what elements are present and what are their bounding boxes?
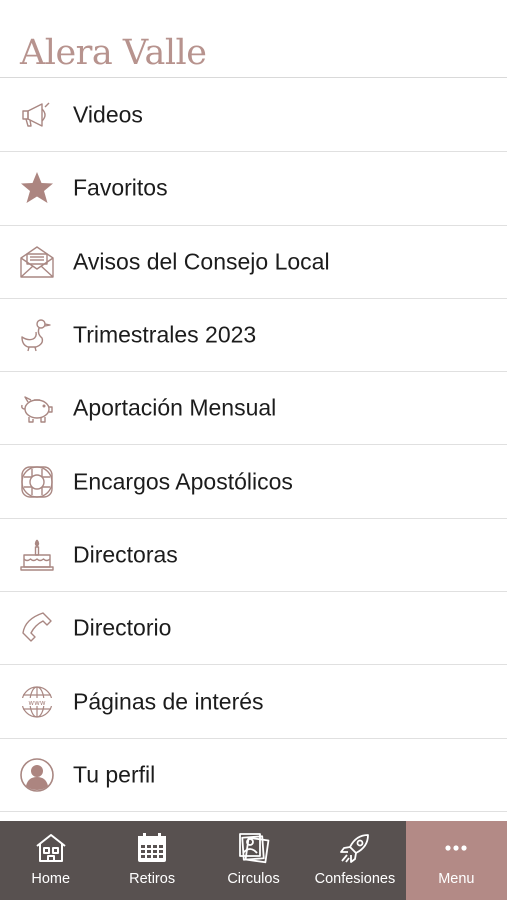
tab-bar: Home Retiros Circulos Confesiones Menu (0, 821, 507, 900)
menu-item-label: Páginas de interés (73, 688, 264, 715)
tab-circulos[interactable]: Circulos (203, 821, 304, 900)
envelope-icon (19, 244, 55, 280)
menu-item-perfil[interactable]: Tu perfil (0, 739, 507, 812)
menu-item-label: Favoritos (73, 174, 168, 201)
lifebuoy-icon (19, 464, 55, 500)
menu-item-label: Directoras (73, 541, 178, 568)
phone-icon (19, 610, 55, 646)
menu-item-aportacion[interactable]: Aportación Mensual (0, 372, 507, 446)
cake-icon (19, 537, 55, 573)
tab-retiros[interactable]: Retiros (101, 821, 202, 900)
tab-menu[interactable]: Menu (405, 821, 507, 900)
more-icon (439, 831, 473, 865)
tab-home[interactable]: Home (0, 821, 101, 900)
rocket-icon (338, 831, 372, 865)
menu-item-label: Directorio (73, 614, 172, 641)
house-icon (34, 831, 68, 865)
menu-item-directorio[interactable]: Directorio (0, 592, 507, 666)
megaphone-icon (19, 97, 55, 133)
menu-item-label: Aportación Mensual (73, 394, 277, 421)
menu-item-avisos[interactable]: Avisos del Consejo Local (0, 226, 507, 299)
menu-item-favoritos[interactable]: Favoritos (0, 152, 507, 226)
tab-label: Circulos (227, 871, 280, 887)
tab-label: Retiros (129, 871, 176, 887)
svg-text:www: www (28, 699, 45, 707)
menu-item-label: Avisos del Consejo Local (73, 248, 330, 275)
tab-label: Home (31, 871, 71, 887)
menu-item-label: Tu perfil (73, 761, 156, 788)
app-header: Alera Valle (0, 0, 507, 78)
app-title: Alera Valle (20, 33, 207, 73)
tab-label: Menu (438, 871, 475, 887)
menu-item-trimestrales[interactable]: Trimestrales 2023 (0, 299, 507, 373)
menu-item-label: Encargos Apostólicos (73, 468, 293, 495)
tab-label: Confesiones (314, 871, 396, 887)
globe-icon: www (19, 684, 55, 720)
piggy-bank-icon (19, 390, 55, 426)
tab-confesiones[interactable]: Confesiones (304, 821, 405, 900)
menu-item-directoras[interactable]: Directoras (0, 519, 507, 593)
menu-item-paginas[interactable]: www Páginas de interés (0, 665, 507, 739)
menu-list: Videos Favoritos Avisos del Consejo Loca… (0, 79, 507, 812)
user-icon (19, 757, 55, 793)
menu-item-encargos[interactable]: Encargos Apostólicos (0, 445, 507, 519)
calendar-icon (135, 831, 169, 865)
menu-item-label: Trimestrales 2023 (73, 321, 257, 348)
menu-item-label: Videos (73, 101, 143, 128)
menu-item-videos[interactable]: Videos (0, 79, 507, 153)
star-icon (19, 170, 55, 206)
photos-icon (237, 831, 271, 865)
duck-icon (19, 317, 55, 353)
